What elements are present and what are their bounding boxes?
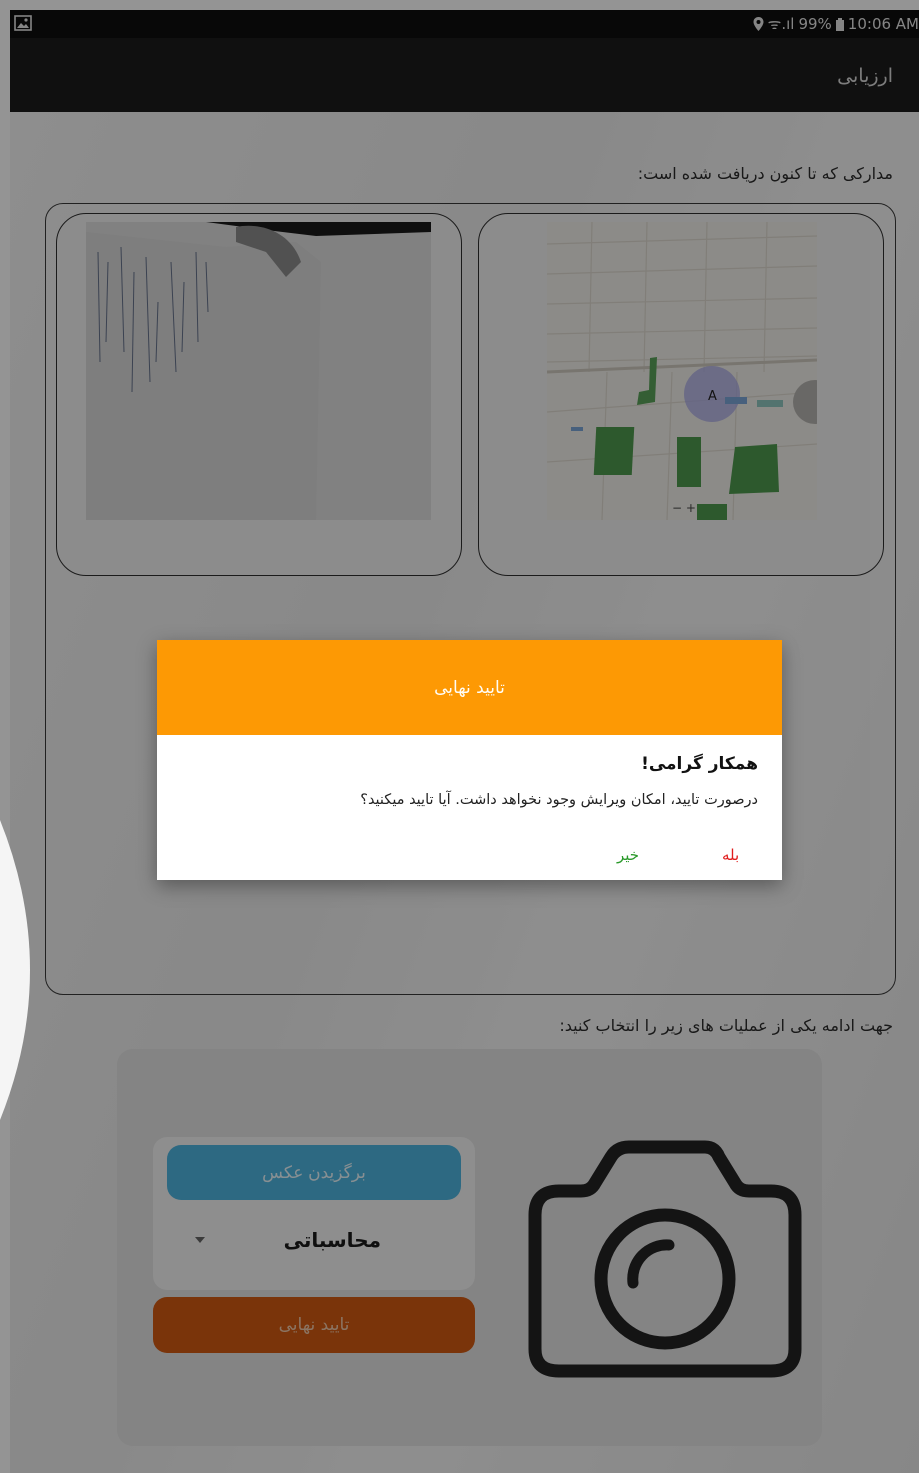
yes-button[interactable]: بله (722, 846, 739, 864)
confirm-dialog: تایید نهایی همکار گرامی! درصورت تایید، ا… (157, 640, 782, 880)
scroll-edge-glow (0, 820, 30, 1120)
dialog-message: درصورت تایید، امکان ویرایش وجود نخواهد د… (360, 792, 758, 808)
dialog-heading: همکار گرامی! (641, 754, 758, 774)
no-button[interactable]: خیر (617, 846, 639, 864)
dialog-title: تایید نهایی (157, 640, 782, 735)
